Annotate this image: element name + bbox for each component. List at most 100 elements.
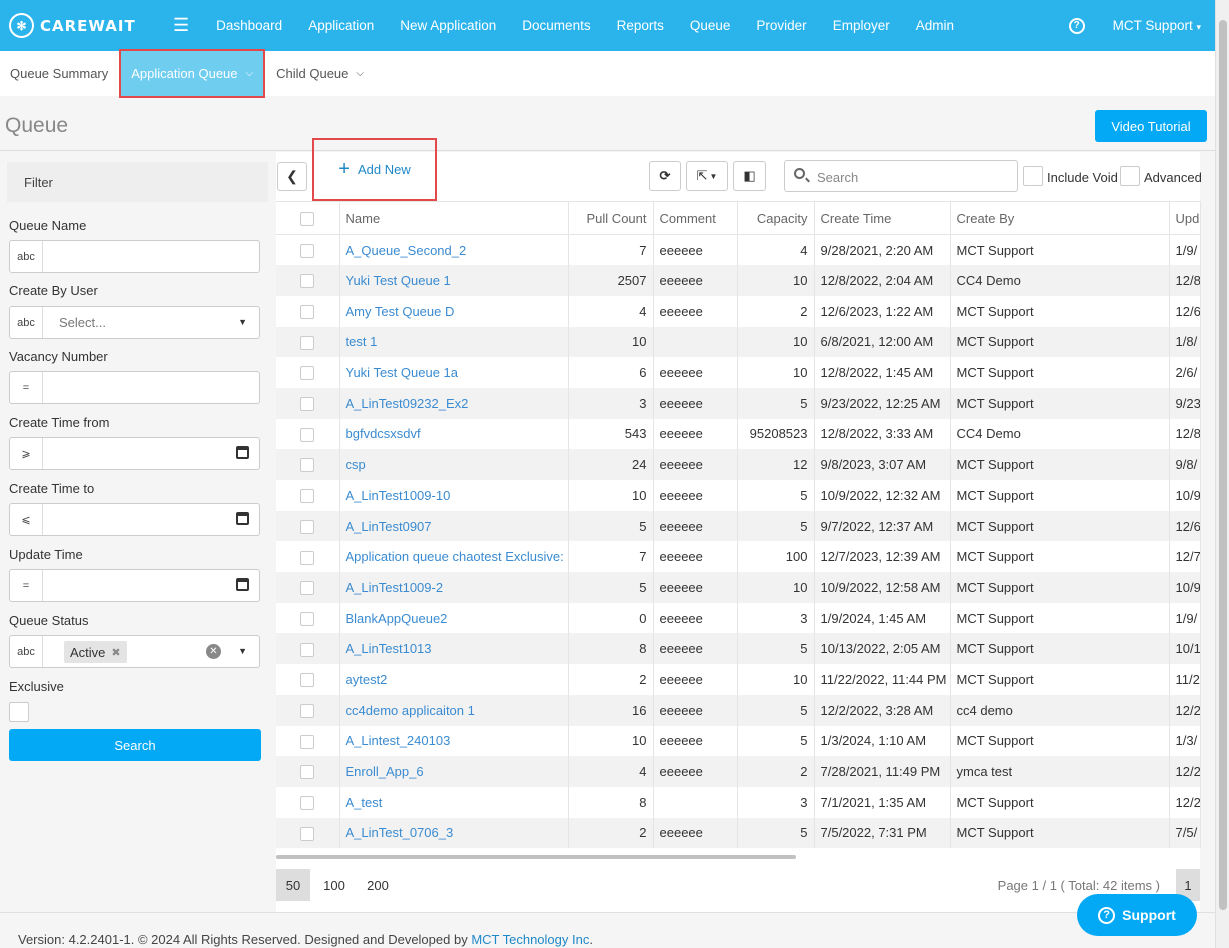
row-checkbox[interactable] <box>300 458 315 473</box>
vertical-scrollbar[interactable] <box>1215 0 1229 948</box>
row-checkbox[interactable] <box>300 366 315 381</box>
text-operator-icon[interactable]: abc <box>10 636 43 667</box>
include-void-checkbox[interactable] <box>1023 166 1043 186</box>
cell-name[interactable]: A_Lintest_240103 <box>339 725 569 757</box>
col-update-time[interactable]: Upda <box>1169 201 1201 235</box>
cell-name[interactable]: Amy Test Queue D <box>339 295 569 327</box>
nav-provider[interactable]: Provider <box>756 18 806 33</box>
menu-toggle-icon[interactable]: ☰ <box>173 15 189 36</box>
grid-search-input[interactable]: Search <box>784 160 1018 192</box>
horizontal-scrollbar-thumb[interactable] <box>276 855 796 859</box>
row-checkbox[interactable] <box>300 243 315 258</box>
user-menu[interactable]: MCT Support ▾ <box>1113 18 1201 33</box>
table-row[interactable]: Amy Test Queue D 4 eeeeee 2 12/6/2023, 1:22 … <box>276 295 1201 327</box>
table-row[interactable]: A_LinTest0907 5 eeeeee 5 9/7/2022, 12:37 AM M… <box>276 510 1201 542</box>
calendar-icon[interactable] <box>236 446 249 459</box>
col-capacity[interactable]: Capacity <box>737 201 815 235</box>
table-row[interactable]: A_LinTest1009-10 10 eeeeee 5 10/9/2022, 12:3… <box>276 480 1201 511</box>
calendar-icon[interactable] <box>236 578 249 591</box>
clear-icon[interactable]: ✕ <box>206 644 221 659</box>
page-size-200[interactable]: 200 <box>362 869 394 901</box>
create-time-to-input[interactable]: ⩽ <box>9 503 260 536</box>
page-size-50[interactable]: 50 <box>276 869 310 901</box>
cell-name[interactable]: Application queue chaotest Exclusive: <box>339 541 569 573</box>
cell-name[interactable]: csp <box>339 449 569 480</box>
col-comment[interactable]: Comment <box>653 201 738 235</box>
equals-operator-icon[interactable]: = <box>10 570 43 601</box>
row-checkbox[interactable] <box>300 703 315 718</box>
row-checkbox[interactable] <box>300 489 315 504</box>
refresh-button[interactable]: ⟳ <box>649 161 681 191</box>
table-row[interactable]: Yuki Test Queue 1 2507 eeeeee 10 12/8/2022, … <box>276 265 1201 296</box>
table-row[interactable]: BlankAppQueue2 0 eeeeee 3 1/9/2024, 1:45 AM M… <box>276 602 1201 634</box>
nav-documents[interactable]: Documents <box>522 18 590 33</box>
help-icon[interactable]: ? <box>1068 17 1085 34</box>
col-create-by[interactable]: Create By <box>950 201 1170 235</box>
row-checkbox[interactable] <box>300 519 315 534</box>
cell-name[interactable]: A_Queue_Second_2 <box>339 234 569 266</box>
table-row[interactable]: A_Queue_Second_2 7 eeeeee 4 9/28/2021, 2:20 … <box>276 234 1201 266</box>
cell-name[interactable]: A_LinTest1013 <box>339 633 569 665</box>
create-time-from-input[interactable]: ⩾ <box>9 437 260 470</box>
row-checkbox[interactable] <box>300 335 315 350</box>
nav-admin[interactable]: Admin <box>916 18 954 33</box>
tab-queue-summary[interactable]: Queue Summary <box>0 51 118 96</box>
row-checkbox[interactable] <box>300 673 315 688</box>
nav-employer[interactable]: Employer <box>833 18 890 33</box>
row-checkbox[interactable] <box>300 642 315 657</box>
export-button[interactable]: ⇱ ▼ <box>686 161 728 191</box>
exclusive-checkbox[interactable] <box>9 702 29 722</box>
cell-name[interactable]: A_test <box>339 786 569 818</box>
equals-operator-icon[interactable]: = <box>10 372 43 403</box>
search-button[interactable]: Search <box>9 729 261 761</box>
add-new-button[interactable]: + Add New <box>312 138 437 201</box>
nav-application[interactable]: Application <box>308 18 374 33</box>
table-row[interactable]: Yuki Test Queue 1a 6 eeeeee 10 12/8/2022, 1:… <box>276 357 1201 388</box>
advanced-checkbox[interactable] <box>1120 166 1140 186</box>
col-create-time[interactable]: Create Time <box>814 201 951 235</box>
row-checkbox[interactable] <box>300 826 315 841</box>
nav-reports[interactable]: Reports <box>617 18 664 33</box>
table-row[interactable]: cc4demo applicaiton 1 16 eeeeee 5 12/2/2022,… <box>276 694 1201 726</box>
column-chooser-button[interactable]: ◧ <box>733 161 766 191</box>
remove-tag-icon[interactable]: ✖ <box>111 646 120 659</box>
row-checkbox[interactable] <box>300 550 315 565</box>
row-checkbox[interactable] <box>300 611 315 626</box>
table-row[interactable]: test 1 10 10 6/8/2021, 12:00 AM MCT Support 1… <box>276 326 1201 358</box>
row-checkbox[interactable] <box>300 796 315 810</box>
col-name[interactable]: Name <box>339 201 569 235</box>
tab-child-queue[interactable]: Child Queue ⌵ <box>266 51 374 96</box>
table-row[interactable]: A_LinTest1009-2 5 eeeeee 10 10/9/2022, 12:58… <box>276 572 1201 603</box>
update-time-input[interactable]: = <box>9 569 260 602</box>
support-button[interactable]: ? Support <box>1077 894 1197 936</box>
table-row[interactable]: bgfvdcsxsdvf 543 eeeeee 95208523 12/8/2022, … <box>276 418 1201 450</box>
logo[interactable]: ✻ CAREWAIT <box>9 13 159 38</box>
text-operator-icon[interactable]: abc <box>10 241 43 272</box>
video-tutorial-button[interactable]: Video Tutorial <box>1095 110 1207 142</box>
row-checkbox[interactable] <box>300 427 315 442</box>
text-operator-icon[interactable]: abc <box>10 307 43 338</box>
cell-name[interactable]: A_LinTest09232_Ex2 <box>339 387 569 419</box>
cell-name[interactable]: A_LinTest1009-2 <box>339 572 569 603</box>
table-row[interactable]: A_Lintest_240103 10 eeeeee 5 1/3/2024, 1:10 … <box>276 725 1201 757</box>
table-row[interactable]: aytest2 2 eeeeee 10 11/22/2022, 11:44 PM MCT … <box>276 664 1201 695</box>
company-link[interactable]: MCT Technology Inc <box>471 932 589 947</box>
cell-name[interactable]: cc4demo applicaiton 1 <box>339 694 569 726</box>
cell-name[interactable]: test 1 <box>339 326 569 358</box>
cell-name[interactable]: A_LinTest1009-10 <box>339 480 569 511</box>
filter-header[interactable]: Filter <box>7 162 268 202</box>
row-checkbox[interactable] <box>300 765 315 780</box>
cell-name[interactable]: A_LinTest_0706_3 <box>339 817 569 849</box>
row-checkbox[interactable] <box>300 274 315 289</box>
nav-new-application[interactable]: New Application <box>400 18 496 33</box>
row-checkbox[interactable] <box>300 734 315 749</box>
table-row[interactable]: Enroll_App_6 4 eeeeee 2 7/28/2021, 11:49 PM y… <box>276 756 1201 787</box>
calendar-icon[interactable] <box>236 512 249 525</box>
nav-queue[interactable]: Queue <box>690 18 731 33</box>
vacancy-number-input[interactable]: = <box>9 371 260 404</box>
tab-application-queue[interactable]: Application Queue ⌵ <box>119 49 266 98</box>
select-all-checkbox[interactable] <box>300 211 315 226</box>
table-row[interactable]: A_LinTest09232_Ex2 3 eeeeee 5 9/23/2022, 12:… <box>276 387 1201 419</box>
less-equal-operator-icon[interactable]: ⩽ <box>10 504 43 535</box>
table-row[interactable]: csp 24 eeeeee 12 9/8/2023, 3:07 AM MCT Suppor… <box>276 449 1201 480</box>
